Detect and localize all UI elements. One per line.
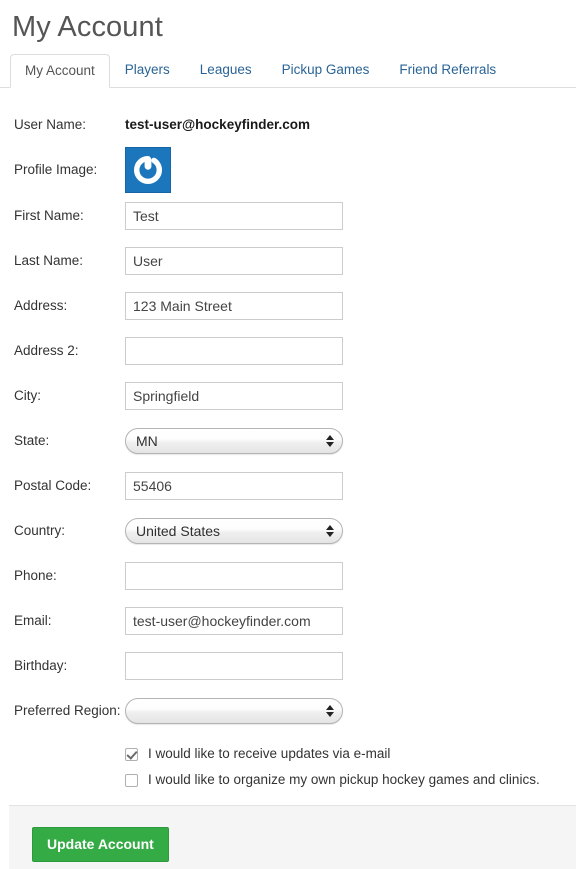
checkbox-label-organize-games[interactable]: I would like to organize my own pickup h…: [148, 771, 540, 789]
label-user-name: User Name:: [14, 116, 87, 132]
tab-friend-referrals[interactable]: Friend Referrals: [384, 53, 511, 88]
row-address: Address:: [0, 283, 576, 328]
address-input[interactable]: [125, 291, 343, 320]
checkbox-email-updates[interactable]: [125, 747, 138, 761]
label-first-name: First Name:: [14, 207, 84, 223]
label-profile-image: Profile Image:: [14, 162, 98, 177]
label-address2: Address 2:: [14, 342, 79, 358]
state-select-value: MN: [136, 432, 158, 449]
row-postal-code: Postal Code:: [0, 463, 576, 508]
tab-leagues[interactable]: Leagues: [185, 53, 267, 88]
checkbox-organize-games[interactable]: [125, 773, 138, 787]
row-preferred-region: Preferred Region:: [0, 688, 576, 733]
email-input[interactable]: [125, 606, 343, 635]
row-state: State: MN: [0, 418, 576, 463]
tab-pickup-games[interactable]: Pickup Games: [267, 53, 385, 88]
phone-input[interactable]: [125, 561, 343, 590]
row-email: Email:: [0, 598, 576, 643]
checkbox-label-email-updates[interactable]: I would like to receive updates via e-ma…: [148, 745, 390, 763]
postal-code-input[interactable]: [125, 471, 343, 500]
update-account-button[interactable]: Update Account: [32, 827, 169, 862]
row-last-name: Last Name:: [0, 238, 576, 283]
checkbox-row-email-updates: I would like to receive updates via e-ma…: [125, 741, 576, 767]
checkbox-group: I would like to receive updates via e-ma…: [0, 733, 576, 793]
label-country: Country:: [14, 522, 66, 538]
birthday-input[interactable]: [125, 651, 343, 680]
account-form: User Name: test-user@hockeyfinder.com Pr…: [0, 88, 576, 793]
label-email: Email:: [14, 612, 52, 628]
row-phone: Phone:: [0, 553, 576, 598]
form-footer: Update Account: [9, 805, 576, 869]
state-select[interactable]: MN: [125, 427, 343, 454]
country-select[interactable]: United States: [125, 517, 343, 544]
city-input[interactable]: [125, 381, 343, 410]
row-address2: Address 2:: [0, 328, 576, 373]
page-title: My Account: [12, 11, 163, 43]
first-name-input[interactable]: [125, 201, 343, 230]
label-preferred-region: Preferred Region:: [14, 702, 121, 718]
gravatar-logo-icon[interactable]: [125, 147, 171, 193]
checkbox-row-organize-games: I would like to organize my own pickup h…: [125, 767, 576, 793]
last-name-input[interactable]: [125, 246, 343, 275]
label-last-name: Last Name:: [14, 252, 84, 268]
preferred-region-select[interactable]: [125, 697, 343, 724]
user-name-value: test-user@hockeyfinder.com: [125, 116, 310, 132]
row-city: City:: [0, 373, 576, 418]
row-birthday: Birthday:: [0, 643, 576, 688]
address2-input[interactable]: [125, 336, 343, 365]
label-state: State:: [14, 432, 50, 448]
label-address: Address:: [14, 297, 68, 313]
tab-players[interactable]: Players: [110, 53, 185, 88]
label-birthday: Birthday:: [14, 657, 68, 673]
tab-bar: My Account Players Leagues Pickup Games …: [0, 53, 576, 88]
label-postal-code: Postal Code:: [14, 477, 92, 493]
row-profile-image: Profile Image:: [0, 147, 576, 193]
row-first-name: First Name:: [0, 193, 576, 238]
label-phone: Phone:: [14, 567, 57, 583]
label-city: City:: [14, 387, 41, 403]
row-user-name: User Name: test-user@hockeyfinder.com: [0, 102, 576, 147]
row-country: Country: United States: [0, 508, 576, 553]
country-select-value: United States: [136, 522, 221, 539]
tab-my-account[interactable]: My Account: [10, 53, 110, 88]
